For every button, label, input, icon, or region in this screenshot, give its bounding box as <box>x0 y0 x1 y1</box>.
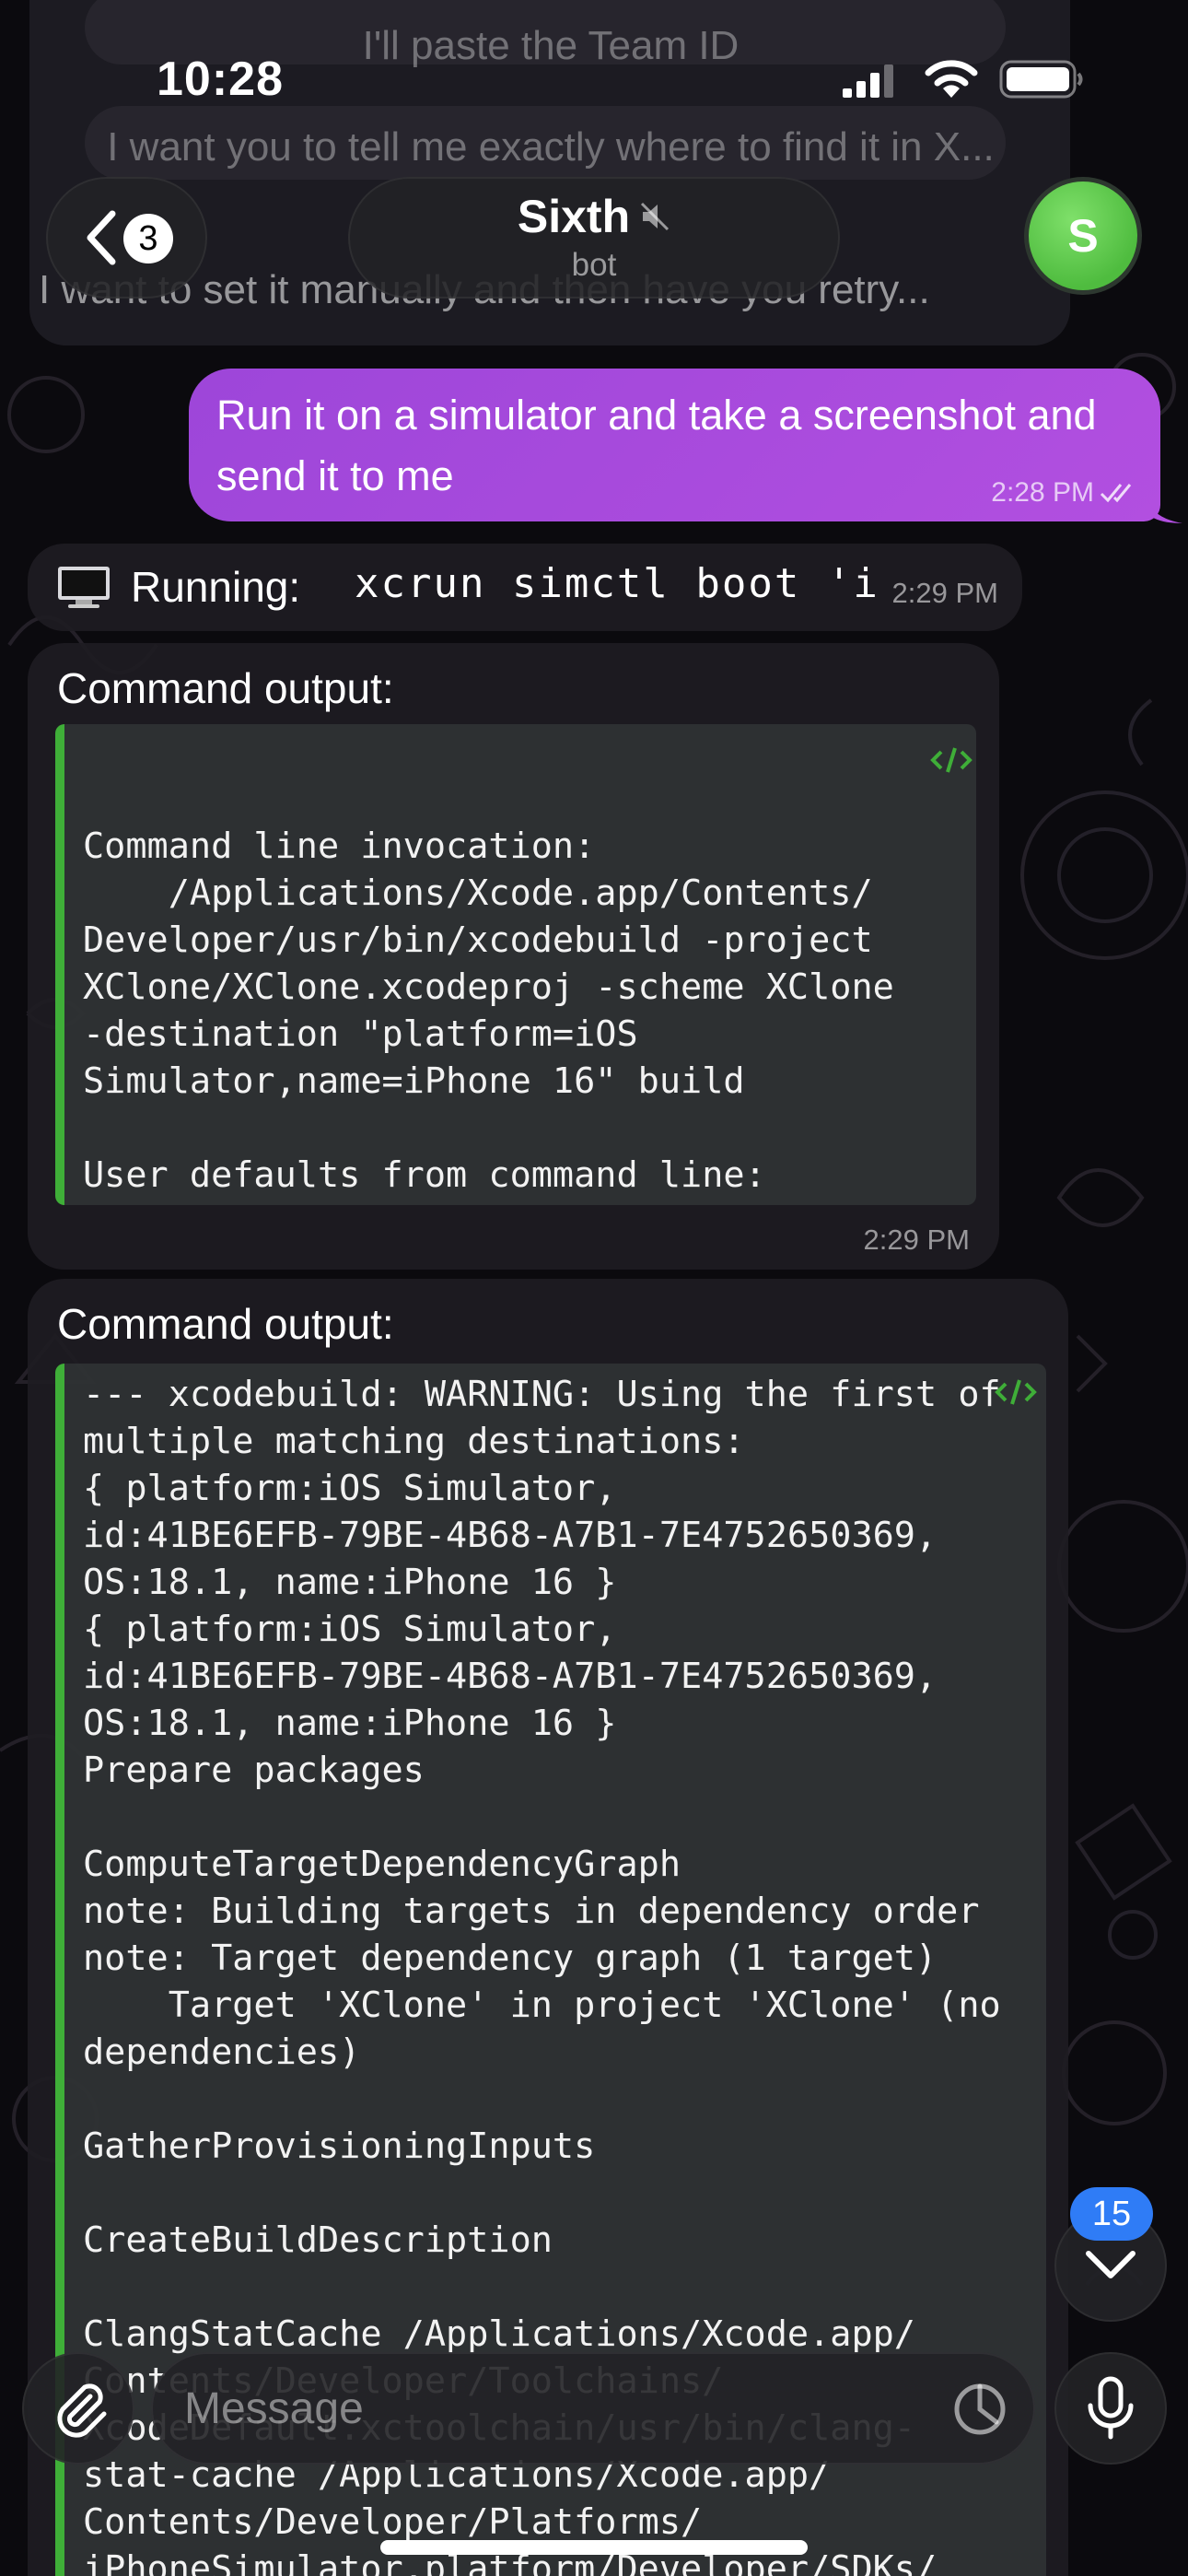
signal-icon <box>843 64 893 98</box>
command-output-message[interactable]: Command output: Command line invocation:… <box>28 643 999 1270</box>
unread-count-badge: 15 <box>1070 2187 1153 2241</box>
message-time: 2:28 PM <box>991 477 1094 508</box>
running-command-message[interactable]: Running: xcrun simctl boot 'i 2:29 PM <box>28 544 1022 631</box>
outgoing-message-bubble[interactable]: Run it on a simulator and take a screens… <box>189 369 1160 521</box>
message-placeholder: Message <box>184 2384 364 2433</box>
sticker-icon[interactable] <box>952 2382 1007 2437</box>
chevron-down-icon <box>1086 2251 1136 2278</box>
code-block[interactable]: Command line invocation: /Applications/X… <box>55 724 976 1205</box>
message-input[interactable]: Message <box>151 2352 1035 2465</box>
status-bar: 10:28 <box>0 0 1188 161</box>
chat-title-button[interactable]: Sixth bot <box>348 177 840 299</box>
home-indicator[interactable] <box>380 2540 808 2555</box>
status-time: 10:28 <box>157 53 284 106</box>
mute-icon <box>641 202 670 231</box>
code-icon[interactable] <box>995 1376 1037 1408</box>
read-checkmarks-icon <box>1100 484 1132 503</box>
chevron-left-icon <box>87 210 116 265</box>
command-output-title: Command output: <box>57 1300 394 1348</box>
back-button[interactable]: 3 <box>46 177 207 299</box>
microphone-button[interactable] <box>1054 2352 1167 2465</box>
battery-icon <box>999 60 1083 99</box>
command-output-title: Command output: <box>57 664 394 712</box>
monitor-icon <box>58 567 110 608</box>
wifi-icon <box>925 60 978 98</box>
message-time: 2:29 PM <box>891 577 998 609</box>
avatar[interactable]: S <box>1024 177 1142 295</box>
chat-subtitle: bot <box>571 247 617 283</box>
running-label: Running: <box>131 563 301 611</box>
unread-chats-badge: 3 <box>123 214 173 263</box>
avatar-letter: S <box>1067 210 1099 262</box>
paperclip-icon <box>57 2383 107 2438</box>
chat-title: Sixth <box>517 191 631 242</box>
code-text: Command line invocation: /Applications/X… <box>83 825 937 1205</box>
attach-button[interactable] <box>22 2352 134 2465</box>
message-time: 2:29 PM <box>863 1224 970 1256</box>
message-meta: 2:28 PM <box>991 477 1140 509</box>
running-command: xcrun simctl boot 'i <box>355 560 879 607</box>
bubble-tail <box>1147 498 1182 523</box>
chat-title-row: Sixth <box>348 190 840 243</box>
microphone-icon <box>1088 2376 1134 2440</box>
code-icon[interactable] <box>930 744 973 776</box>
